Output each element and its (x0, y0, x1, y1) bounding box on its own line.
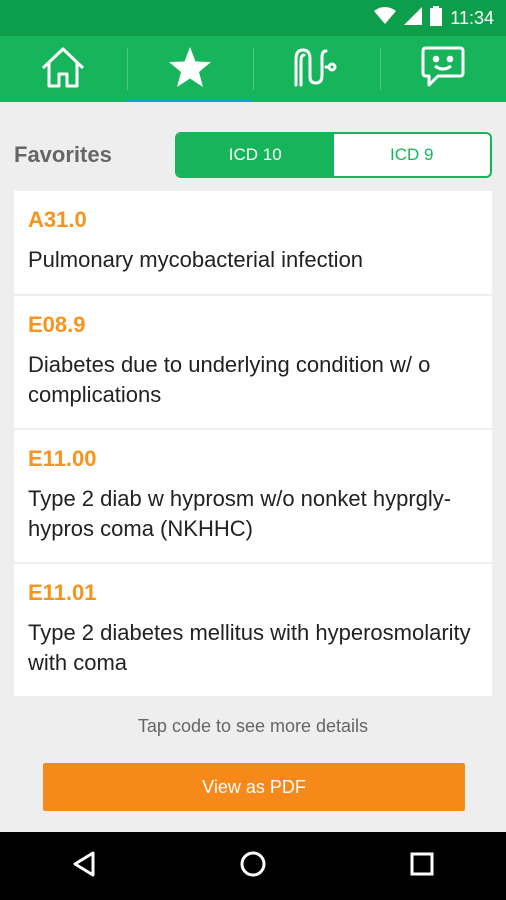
back-icon (71, 850, 97, 883)
system-nav-bar (0, 832, 506, 900)
hint-text: Tap code to see more details (137, 716, 369, 736)
list-item[interactable]: E08.9 Diabetes due to underlying conditi… (14, 296, 492, 430)
battery-icon (430, 5, 443, 31)
view-pdf-button[interactable]: View as PDF (43, 763, 465, 811)
favorites-header: Favorites ICD 10 ICD 9 (14, 132, 492, 178)
item-code[interactable]: E11.00 (28, 444, 478, 474)
recents-icon (409, 851, 435, 882)
home-icon (40, 46, 86, 93)
tab-favorites[interactable] (126, 36, 254, 102)
page-title: Favorites (14, 142, 112, 167)
star-icon (168, 46, 212, 93)
home-circle-icon (239, 850, 267, 883)
nav-back-button[interactable] (44, 832, 124, 900)
list-item[interactable]: E11.00 Type 2 diab w hyprosm w/o nonket … (14, 430, 492, 564)
item-description: Diabetes due to underlying condition w/ … (28, 352, 431, 407)
chat-smile-icon (420, 45, 466, 94)
list-item[interactable]: A31.0 Pulmonary mycobacterial infection (14, 191, 492, 296)
stomach-icon (292, 47, 340, 92)
icd-version-toggle: ICD 10 ICD 9 (175, 132, 492, 178)
icd9-segment[interactable]: ICD 9 (334, 134, 491, 176)
item-description: Pulmonary mycobacterial infection (28, 247, 364, 272)
top-tab-bar (0, 36, 506, 102)
wifi-icon (374, 6, 397, 30)
nav-recents-button[interactable] (382, 832, 462, 900)
signal-icon (404, 6, 423, 30)
list-item[interactable]: E11.01 Type 2 diabetes mellitus with hyp… (14, 564, 492, 698)
icd10-segment[interactable]: ICD 10 (177, 134, 334, 176)
tab-anatomy[interactable] (253, 36, 380, 102)
tab-feedback[interactable] (379, 36, 506, 102)
status-time: 11:34 (450, 7, 494, 28)
item-description: Type 2 diabetes mellitus with hyperosmol… (28, 620, 471, 675)
item-code[interactable]: A31.0 (28, 205, 478, 235)
favorites-list: A31.0 Pulmonary mycobacterial infection … (14, 191, 492, 698)
item-description: Type 2 diab w hyprosm w/o nonket hyprgly… (28, 486, 452, 541)
status-bar: 11:34 (0, 0, 506, 36)
item-code[interactable]: E11.01 (28, 578, 478, 608)
status-icons: 11:34 (374, 5, 494, 31)
item-code[interactable]: E08.9 (28, 310, 478, 340)
nav-home-button[interactable] (213, 832, 293, 900)
tab-home[interactable] (0, 36, 127, 102)
